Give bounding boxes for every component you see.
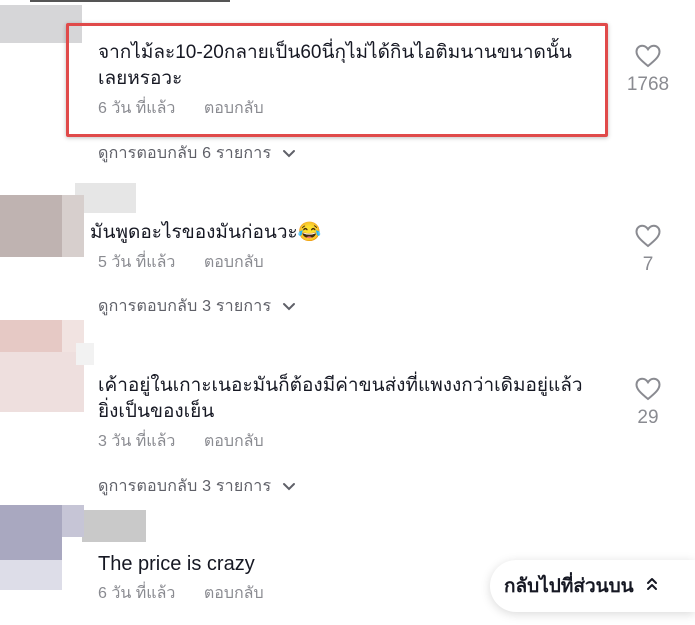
username-blur-4 bbox=[82, 510, 146, 542]
username-blur-3 bbox=[76, 343, 94, 365]
like-button[interactable]: 7 bbox=[618, 224, 678, 276]
reply-button[interactable]: ตอบกลับ bbox=[204, 254, 264, 271]
view-replies-label: ดูการตอบกลับ 6 รายการ bbox=[98, 145, 272, 162]
double-chevron-up-icon bbox=[646, 575, 658, 597]
view-replies-button[interactable]: ดูการตอบกลับ 6 รายการ bbox=[98, 141, 296, 166]
view-replies-button[interactable]: ดูการตอบกลับ 3 รายการ bbox=[98, 474, 296, 499]
comment-meta: 5 วัน ที่แล้ว ตอบกลับ bbox=[98, 250, 590, 275]
comment-text: มันพูดอะไรของมันก่อนวะ😂 bbox=[90, 222, 322, 243]
avatar-blur-4 bbox=[0, 505, 62, 560]
avatar-blur-4b bbox=[62, 505, 84, 537]
comment-time: 3 วัน ที่แล้ว bbox=[98, 433, 176, 450]
chevron-down-icon bbox=[282, 145, 296, 163]
heart-outline-icon bbox=[618, 224, 678, 248]
avatar-blur-4c bbox=[0, 560, 62, 590]
username-blur-2 bbox=[75, 183, 136, 213]
comment-item-3: เค้าอยู่ในเกาะเนอะมันก็ต้องมีค่าขนส่งที่… bbox=[98, 373, 598, 454]
reply-button[interactable]: ตอบกลับ bbox=[204, 585, 264, 602]
top-divider bbox=[30, 0, 230, 2]
highlight-box bbox=[66, 23, 608, 137]
avatar-blur-3c bbox=[0, 352, 84, 412]
like-count: 1768 bbox=[626, 74, 670, 95]
chevron-down-icon bbox=[282, 298, 296, 316]
heart-outline-icon bbox=[618, 377, 678, 401]
back-to-top-label: กลับไปที่ส่วนบน bbox=[504, 576, 634, 597]
avatar-blur-2b bbox=[62, 195, 84, 257]
comment-item-2: มันพูดอะไรของมันก่อนวะ😂 5 วัน ที่แล้ว ตอ… bbox=[90, 220, 590, 275]
like-count: 29 bbox=[637, 407, 659, 428]
view-replies-label: ดูการตอบกลับ 3 รายการ bbox=[98, 298, 272, 315]
like-button[interactable]: 1768 bbox=[618, 44, 678, 96]
comment-time: 5 วัน ที่แล้ว bbox=[98, 254, 176, 271]
view-replies-label: ดูการตอบกลับ 3 รายการ bbox=[98, 478, 272, 495]
avatar-blur-2 bbox=[0, 195, 62, 257]
reply-button[interactable]: ตอบกลับ bbox=[204, 433, 264, 450]
back-to-top-button[interactable]: กลับไปที่ส่วนบน bbox=[490, 560, 695, 612]
heart-outline-icon bbox=[618, 44, 678, 68]
like-button[interactable]: 29 bbox=[618, 377, 678, 429]
comment-time: 6 วัน ที่แล้ว bbox=[98, 585, 176, 602]
comment-meta: 3 วัน ที่แล้ว ตอบกลับ bbox=[98, 429, 598, 454]
avatar-blur-3 bbox=[0, 320, 62, 352]
like-count: 7 bbox=[642, 254, 654, 275]
view-replies-button[interactable]: ดูการตอบกลับ 3 รายการ bbox=[98, 294, 296, 319]
chevron-down-icon bbox=[282, 478, 296, 496]
comment-text: เค้าอยู่ในเกาะเนอะมันก็ต้องมีค่าขนส่งที่… bbox=[98, 375, 583, 422]
